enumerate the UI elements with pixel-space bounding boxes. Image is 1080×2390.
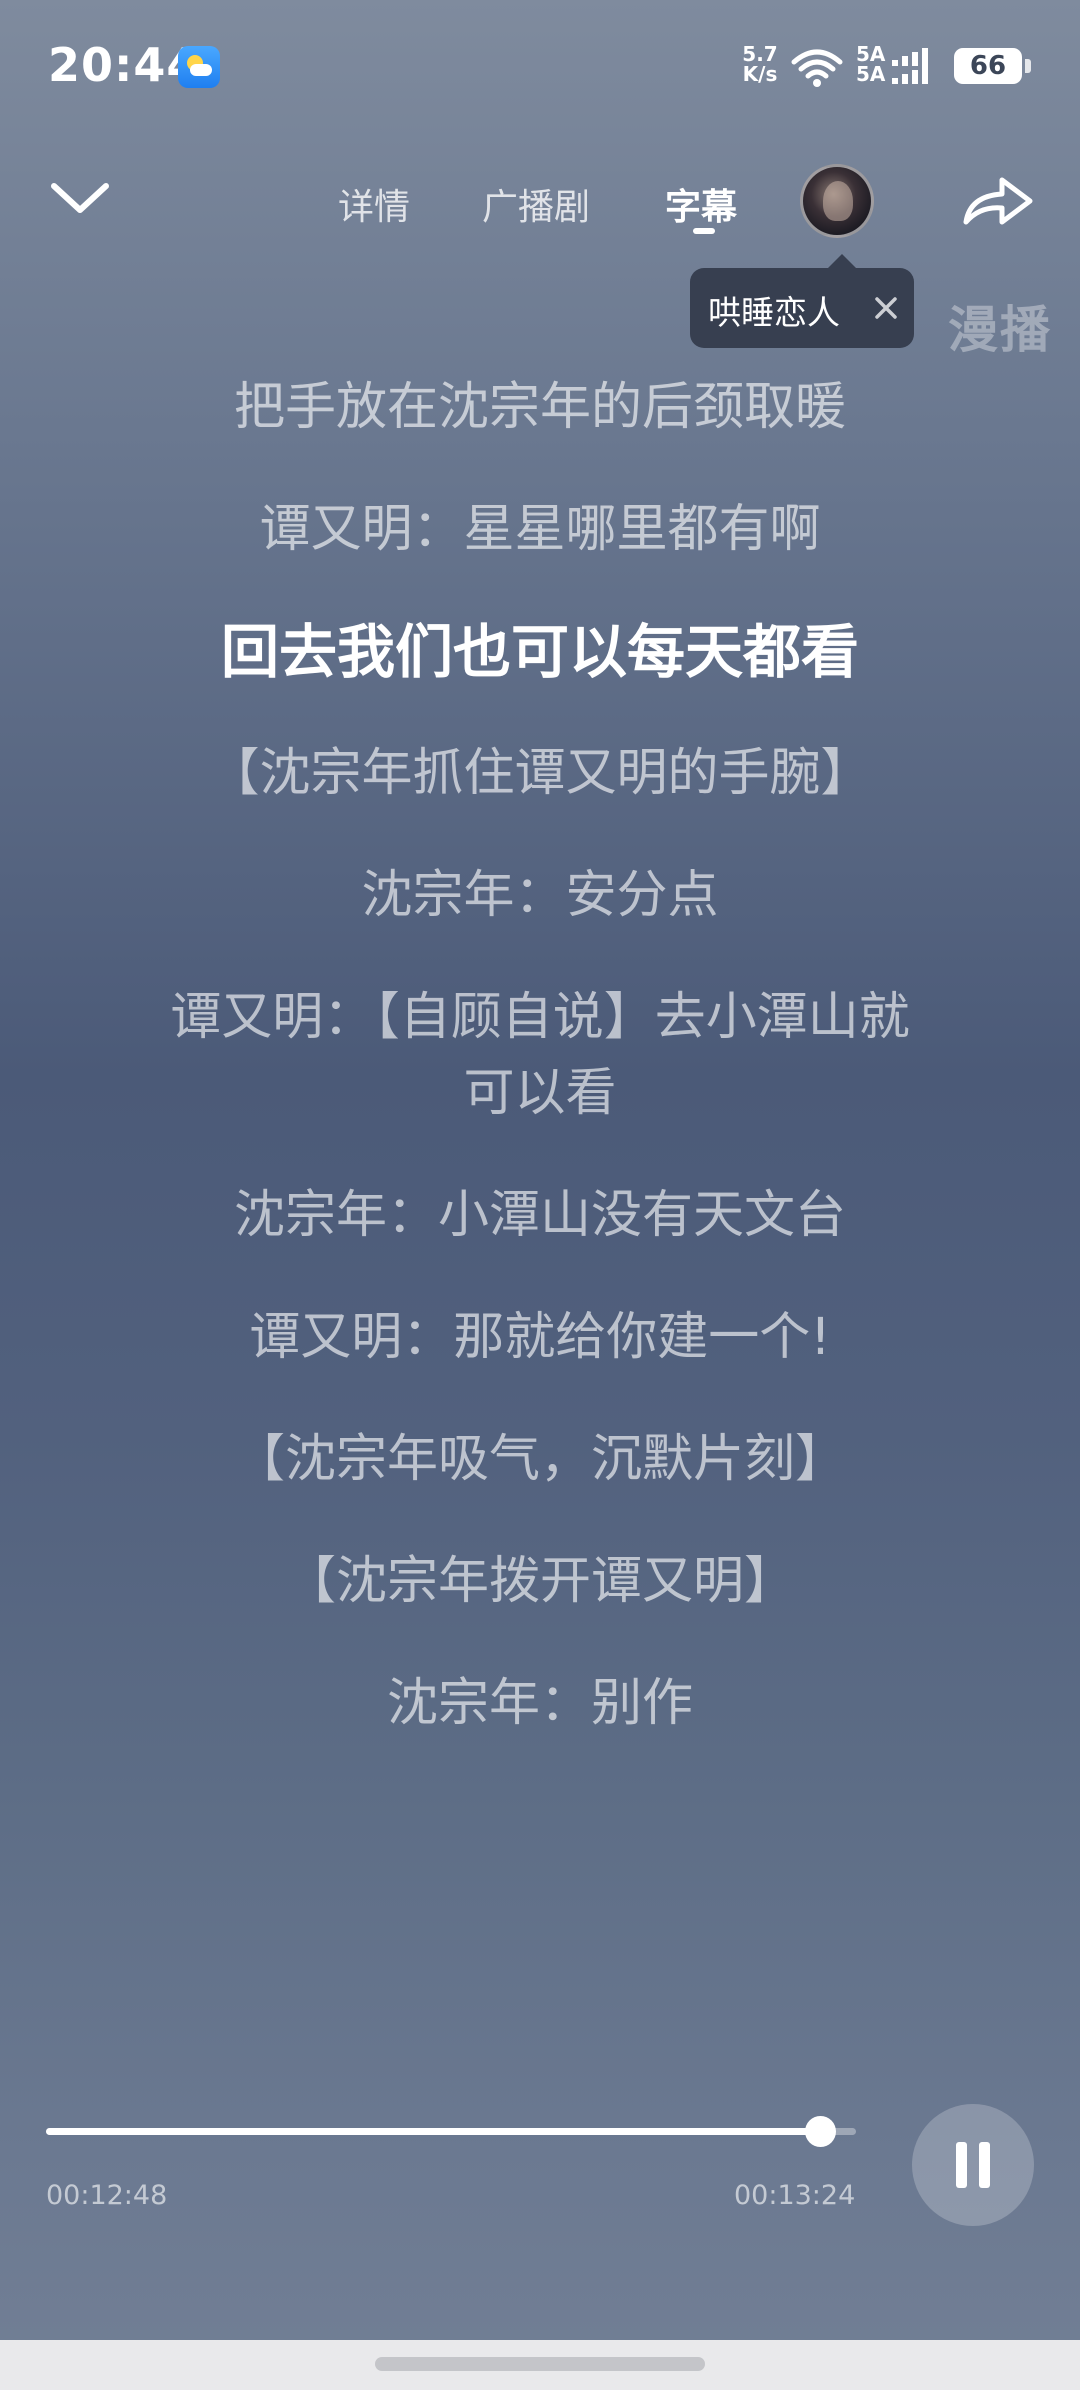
- wifi-icon: [791, 49, 843, 87]
- close-icon[interactable]: [868, 290, 904, 326]
- subtitle-line[interactable]: 【沈宗年吸气，沉默片刻】: [120, 1422, 960, 1498]
- status-bar: 20:44 5.7 K/s 5A 5A 66: [0, 0, 1080, 130]
- tab-audio-drama[interactable]: 广播剧: [482, 178, 590, 230]
- progress-thumb[interactable]: [804, 2116, 836, 2147]
- status-time: 20:44: [48, 38, 200, 92]
- progress-fill: [46, 2128, 820, 2135]
- subtitle-line[interactable]: 谭又明：那就给你建一个!: [120, 1300, 960, 1376]
- signal-labels: 5A 5A: [856, 44, 885, 84]
- total-time: 00:13:24: [734, 2180, 856, 2211]
- home-indicator[interactable]: [375, 2357, 705, 2371]
- signal-label-sim1: 5A: [856, 42, 886, 66]
- sleep-lover-tooltip[interactable]: 哄睡恋人: [690, 254, 914, 348]
- player-screen: 20:44 5.7 K/s 5A 5A 66 详情 广播剧 字幕 哄睡恋人 漫播…: [0, 0, 1080, 2390]
- watermark-label: 漫播: [948, 301, 1052, 359]
- subtitle-line[interactable]: 沈宗年：别作: [120, 1666, 960, 1742]
- pause-button[interactable]: [912, 2104, 1034, 2226]
- pause-icon: [979, 2142, 990, 2188]
- battery-cap: [1025, 59, 1031, 73]
- subtitle-line[interactable]: 【沈宗年拨开谭又明】: [120, 1544, 960, 1620]
- subtitle-line[interactable]: 谭又明：【自顾自说】去小潭山就可以看: [120, 980, 960, 1132]
- signal-label-sim2: 5A: [856, 62, 886, 86]
- network-speed: 5.7 K/s: [740, 44, 780, 84]
- subtitle-line[interactable]: 【沈宗年抓住谭又明的手腕】: [120, 736, 960, 812]
- pause-icon: [956, 2142, 967, 2188]
- network-speed-unit: K/s: [742, 62, 778, 86]
- subtitle-line[interactable]: 把手放在沈宗年的后颈取暖: [120, 370, 960, 446]
- current-time: 00:12:48: [46, 2180, 168, 2211]
- subtitle-line[interactable]: 沈宗年：小潭山没有天文台: [120, 1178, 960, 1254]
- battery-indicator: 66: [954, 48, 1022, 84]
- cellular-signal-icon: [892, 48, 928, 84]
- share-icon[interactable]: [960, 170, 1036, 232]
- avatar[interactable]: [800, 164, 874, 238]
- subtitle-line-current[interactable]: 回去我们也可以每天都看: [120, 614, 960, 690]
- network-speed-value: 5.7: [742, 42, 778, 66]
- subtitle-list: 把手放在沈宗年的后颈取暖 谭又明：星星哪里都有啊 回去我们也可以每天都看 【沈宗…: [120, 370, 960, 1788]
- tab-subtitles[interactable]: 字幕: [665, 178, 737, 230]
- collapse-chevron-down-icon[interactable]: [40, 168, 120, 228]
- tab-details[interactable]: 详情: [338, 178, 410, 230]
- subtitle-line[interactable]: 谭又明：星星哪里都有啊: [120, 492, 960, 568]
- subtitle-line[interactable]: 沈宗年：安分点: [120, 858, 960, 934]
- weather-icon: [178, 46, 220, 88]
- active-tab-indicator: [693, 228, 715, 234]
- progress-slider[interactable]: [46, 2116, 856, 2147]
- tooltip-label: 哄睡恋人: [708, 293, 840, 332]
